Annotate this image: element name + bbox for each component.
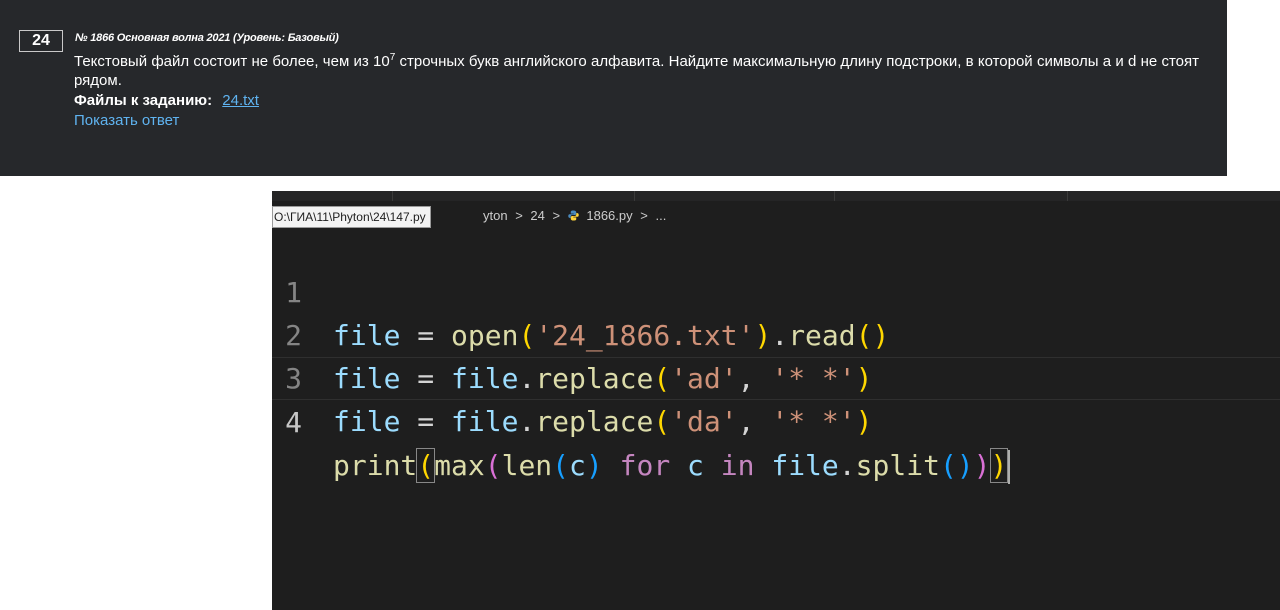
task-description: Текстовый файл состоит не более, чем из … [74,52,1199,90]
path-tooltip: O:\ГИА\11\Phyton\24\147.py [272,206,431,228]
token-variable: c [569,449,586,482]
tab-divider [1067,191,1068,201]
task-meta: № 1866 Основная волна 2021 (Уровень: Баз… [75,32,339,44]
tab-divider [634,191,635,201]
breadcrumb-item-24[interactable]: 24 [530,208,544,223]
tab-divider [834,191,835,201]
chevron-right-icon: > [640,208,648,223]
code-line[interactable]: 2 file = file.replace('ad', '* *') [272,271,1280,395]
breadcrumb-item-file[interactable]: 1866.py [586,208,632,223]
token-string: 'da' [670,405,738,438]
token-function: max [434,449,485,482]
token-bracket: ( [484,449,502,482]
chevron-right-icon: > [515,208,523,223]
token-bracket: ) [585,449,603,482]
file-link[interactable]: 24.txt [222,92,259,109]
token-variable: file [771,449,839,482]
code-editor[interactable]: yton > 24 > 1866.py > ... O:\ГИА\11\Phyt… [272,191,1280,610]
token-bracket-matched: ( [416,448,436,483]
token-variable: file [451,405,519,438]
task-number-badge: 24 [19,30,63,52]
line-number: 4 [285,406,302,439]
tab-divider [392,191,393,201]
token-operator: . [838,449,856,482]
token-keyword: for [602,449,688,482]
token-variable: c [687,449,704,482]
editor-tab-strip [272,191,1280,201]
breadcrumb: yton > 24 > 1866.py > ... O:\ГИА\11\Phyt… [272,205,1280,228]
token-bracket: ( [552,449,570,482]
breadcrumb-item-folder[interactable]: yton [483,208,508,223]
code-line[interactable]: 1 file = open('24_1866.txt').read() [272,228,1280,352]
code-line-current[interactable]: 4 print(max(len(c) for c in file.split()… [272,357,1280,484]
breadcrumb-trail: yton > 24 > 1866.py > ... [483,205,670,227]
token-function: replace [535,405,654,438]
token-bracket: ( [653,405,671,438]
code-text[interactable]: file = file.replace('da', '* *') [333,400,873,443]
token-string: '* *' [771,405,856,438]
files-label: Файлы к заданию: [74,92,213,109]
breadcrumb-ellipsis[interactable]: ... [655,208,666,223]
token-bracket: () [939,449,974,482]
python-file-icon [568,210,579,221]
show-answer-link[interactable]: Показать ответ [74,112,179,129]
task-panel: 24 № 1866 Основная волна 2021 (Уровень: … [0,0,1227,176]
token-operator: = [400,405,452,438]
token-bracket-matched: ) [989,448,1009,483]
token-operator: . [518,405,536,438]
files-row: Файлы к заданию: 24.txt [74,92,259,109]
token-function: print [333,449,418,482]
token-bracket: ) [855,405,873,438]
token-keyword: in [703,449,772,482]
code-line[interactable]: 3 file = file.replace('da', '* *') [272,314,1280,438]
token-function: len [501,449,553,482]
chevron-right-icon: > [552,208,561,223]
task-text-before: Текстовый файл состоит не более, чем из … [74,53,390,70]
token-function: split [855,449,940,482]
code-text[interactable]: print(max(len(c) for c in file.split())) [333,444,1011,487]
code-area[interactable]: 1 file = open('24_1866.txt').read() 2 fi… [272,228,1280,484]
token-bracket: ) [973,449,991,482]
token-operator: , [737,405,772,438]
text-cursor [1008,450,1011,484]
